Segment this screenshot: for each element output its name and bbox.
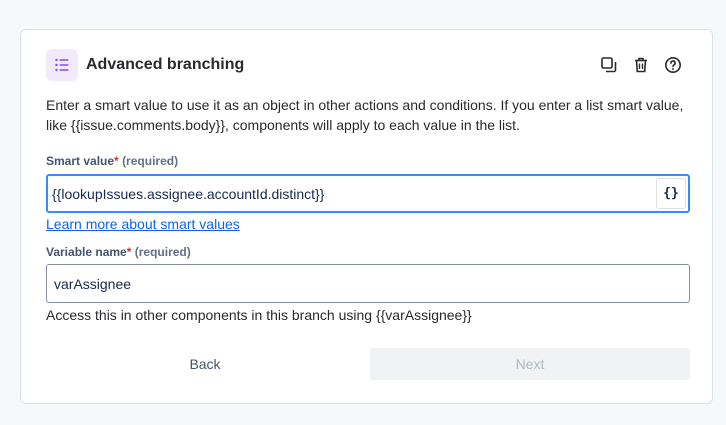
required-text: (required): [134, 245, 191, 259]
required-star: *: [126, 245, 132, 259]
variable-name-label: Variable name* (required): [46, 244, 191, 260]
variable-helper-text: Access this in other components in this …: [46, 307, 472, 323]
smart-value-text[interactable]: {{lookupIssues.assignee.accountId.distin…: [48, 186, 656, 202]
required-text: (required): [122, 154, 179, 168]
list-icon: [46, 49, 78, 81]
smart-value-input[interactable]: {{lookupIssues.assignee.accountId.distin…: [46, 174, 690, 213]
learn-more-link[interactable]: Learn more about smart values: [46, 215, 240, 233]
next-button[interactable]: Next: [370, 348, 690, 380]
variable-name-input[interactable]: varAssignee: [46, 264, 690, 303]
smart-value-label: Smart value* (required): [46, 153, 178, 169]
description-text: Enter a smart value to use it as an obje…: [46, 97, 684, 133]
copy-icon[interactable]: [598, 54, 620, 76]
insert-smart-value-button[interactable]: {}: [656, 178, 686, 209]
variable-name-label-text: Variable name: [46, 245, 127, 259]
back-button[interactable]: Back: [46, 348, 364, 380]
required-star: *: [114, 154, 119, 168]
smart-value-label-text: Smart value: [46, 154, 115, 168]
page-title: Advanced branching: [86, 56, 245, 73]
advanced-branching-card: Advanced branching Enter a smart value t…: [20, 29, 713, 404]
help-icon[interactable]: [662, 54, 684, 76]
variable-name-text[interactable]: varAssignee: [47, 276, 131, 292]
trash-icon[interactable]: [630, 54, 652, 76]
